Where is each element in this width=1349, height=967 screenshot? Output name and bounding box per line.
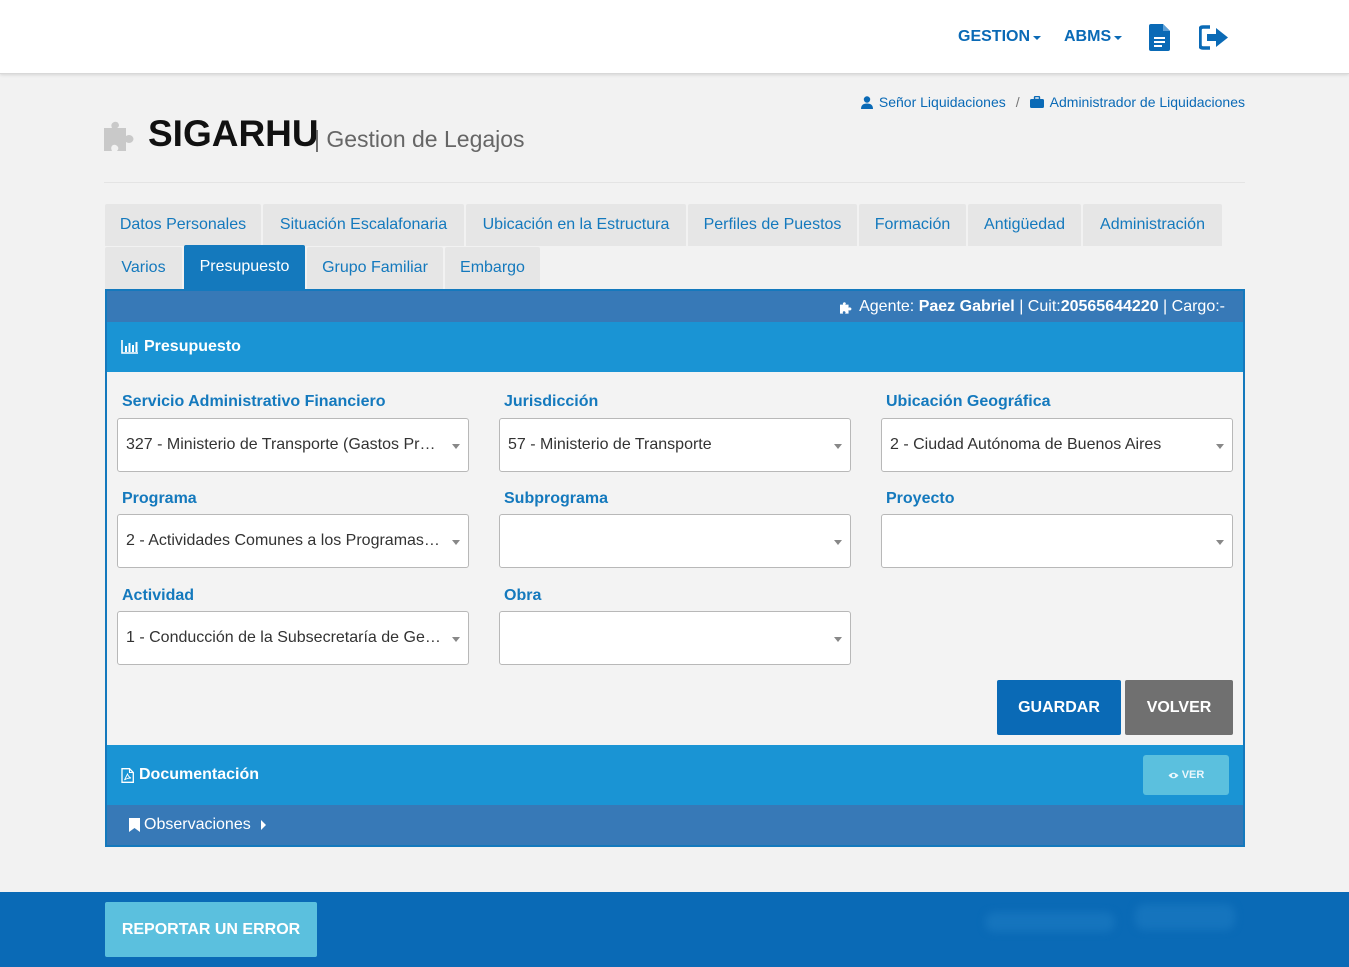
header-divider [104,182,1245,183]
tab-presupuesto[interactable]: Presupuesto [184,245,305,289]
obra-label: Obra [504,587,542,604]
gestion-menu-label: GESTION [958,28,1031,45]
user-role-link[interactable]: Administrador de Liquidaciones [1050,94,1245,110]
puzzle-icon [840,302,852,314]
actividad-value: 1 - Conducción de la Subsecretaría de Ge… [126,629,442,646]
subprograma-label: Subprograma [504,490,609,507]
save-button[interactable]: GUARDAR [997,680,1121,735]
presupuesto-title: Presupuesto [144,338,241,355]
caret-down-icon [834,444,842,449]
user-icon [860,95,873,109]
tab-datos-personales[interactable]: Datos Personales [105,204,261,246]
presupuesto-section-header: Presupuesto [107,322,1243,372]
jurisdiccion-label: Jurisdicción [504,393,599,410]
caret-down-icon [1216,540,1224,545]
saf-value: 327 - Ministerio de Transporte (Gastos P… [126,436,442,453]
caret-down-icon [834,540,842,545]
cargo-label: | Cargo: [1163,298,1220,315]
view-documents-button[interactable]: VER [1143,755,1229,795]
tab-embargo[interactable]: Embargo [445,247,540,289]
ubicacion-label: Ubicación Geográfica [886,393,1051,410]
tab-grupo-familiar[interactable]: Grupo Familiar [307,247,443,289]
ubicacion-select[interactable]: 2 - Ciudad Autónoma de Buenos Aires [881,418,1233,472]
app-title: SIGARHU [148,113,319,154]
proyecto-select[interactable] [881,514,1233,568]
caret-down-icon [452,540,460,545]
documentacion-section-header: Documentación [107,745,1243,805]
tab-ubicacion-estructura[interactable]: Ubicación en la Estructura [466,204,686,246]
proyecto-label: Proyecto [886,490,955,507]
bookmark-icon [129,818,140,832]
abms-menu-label: ABMS [1064,28,1112,45]
gestion-menu[interactable]: GESTION [958,0,1042,74]
programa-label: Programa [122,490,197,507]
page-footer: REPORTAR UN ERROR [0,892,1349,967]
caret-down-icon [1216,444,1224,449]
agent-label: Agente: [859,298,915,315]
view-documents-label: VER [1181,769,1205,781]
chevron-right-icon [260,820,266,830]
subprograma-select[interactable] [499,514,851,568]
programa-value: 2 - Actividades Comunes a los Programas … [126,532,442,549]
report-error-button[interactable]: REPORTAR UN ERROR [105,902,317,957]
cuit-value: 20565644220 [1060,298,1159,315]
chevron-down-icon [1033,36,1042,40]
saf-label: Servicio Administrativo Financiero [122,393,386,410]
breadcrumb-separator: / [1015,94,1020,110]
abms-menu[interactable]: ABMS [1064,0,1123,74]
saf-select[interactable]: 327 - Ministerio de Transporte (Gastos P… [117,418,469,472]
caret-down-icon [452,637,460,642]
tab-perfiles-puestos[interactable]: Perfiles de Puestos [688,204,857,246]
cuit-label: | Cuit: [1019,298,1061,315]
agent-info-bar: Agente: Paez Gabriel | Cuit: 20565644220 … [107,291,1243,323]
ubicacion-value: 2 - Ciudad Autónoma de Buenos Aires [890,436,1162,453]
back-button[interactable]: VOLVER [1125,680,1233,735]
user-name-link[interactable]: Señor Liquidaciones [879,94,1006,110]
caret-down-icon [452,444,460,449]
actividad-label: Actividad [122,587,195,604]
top-navbar: GESTION ABMS [0,0,1349,74]
document-icon[interactable] [1149,24,1171,56]
pdf-file-icon [121,767,134,783]
footer-blurred-logo [985,912,1115,932]
legajo-panel: Agente: Paez Gabriel | Cuit: 20565644220 … [105,289,1245,847]
caret-down-icon [834,637,842,642]
observaciones-toggle[interactable]: Observaciones [107,805,1243,845]
app-subtitle: | Gestion de Legajos [314,126,525,152]
user-breadcrumb: Señor Liquidaciones / Administrador de L… [860,94,1245,110]
eye-icon [1168,772,1179,778]
tab-administracion[interactable]: Administración [1083,204,1222,246]
jurisdiccion-select[interactable]: 57 - Ministerio de Transporte [499,418,851,472]
footer-blurred-logo [1135,904,1235,930]
observaciones-title: Observaciones [144,816,251,833]
cargo-value: - [1219,298,1225,315]
logout-icon[interactable] [1198,25,1229,55]
jurisdiccion-value: 57 - Ministerio de Transporte [508,436,712,453]
programa-select[interactable]: 2 - Actividades Comunes a los Programas … [117,514,469,568]
tab-varios[interactable]: Varios [105,247,182,289]
bar-chart-icon [121,340,138,354]
brand-header: SIGARHU | Gestion de Legajos [104,112,604,162]
tab-antiguedad[interactable]: Antigüedad [968,204,1081,246]
agent-name: Paez Gabriel [918,298,1015,315]
briefcase-icon [1029,96,1044,108]
tab-situacion-escalafonaria[interactable]: Situación Escalafonaria [263,204,464,246]
tab-formacion[interactable]: Formación [859,204,966,246]
obra-select[interactable] [499,611,851,665]
documentacion-title: Documentación [139,766,260,783]
actividad-select[interactable]: 1 - Conducción de la Subsecretaría de Ge… [117,611,469,665]
puzzle-icon [104,121,134,151]
chevron-down-icon [1114,36,1123,40]
